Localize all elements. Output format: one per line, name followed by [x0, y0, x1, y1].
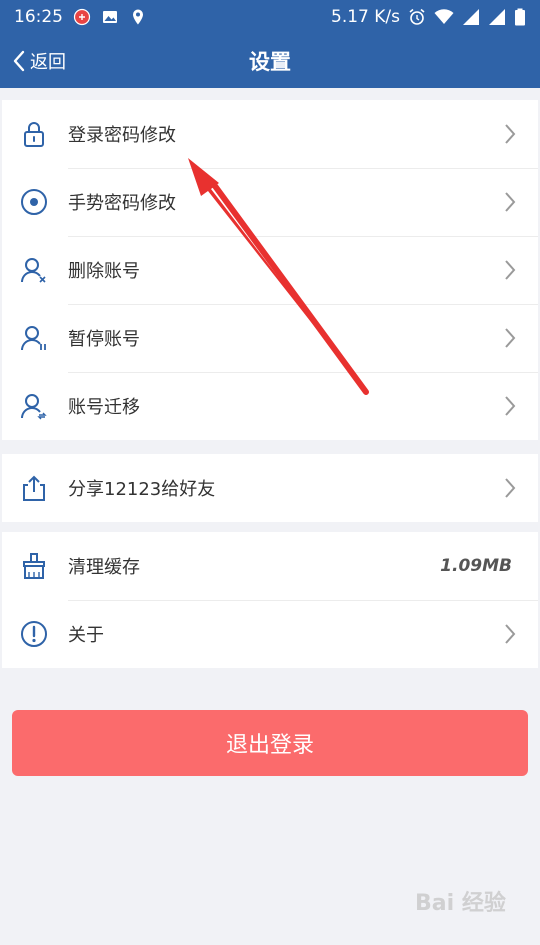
broom-icon: [20, 552, 48, 580]
gesture-circle-icon: [20, 188, 48, 216]
row-share-app[interactable]: 分享12123给好友: [2, 454, 538, 522]
lock-icon: [20, 120, 48, 148]
row-label: 关于: [68, 625, 104, 646]
chevron-left-icon: [13, 50, 25, 72]
status-time: 16:25: [14, 7, 63, 27]
row-clear-cache[interactable]: 清理缓存 1.09MB: [2, 532, 538, 600]
chevron-right-icon: [505, 396, 516, 416]
row-label: 手势密码修改: [68, 193, 176, 214]
chevron-right-icon: [505, 624, 516, 644]
watermark: Bai 经验: [415, 891, 506, 916]
logout-button[interactable]: 退出登录: [12, 710, 528, 776]
row-label: 登录密码修改: [68, 125, 176, 146]
account-settings-group: 登录密码修改 手势密码修改 删除账号 暂停账号 账号迁移: [2, 100, 538, 440]
cache-size: 1.09MB: [440, 556, 512, 576]
signal-icon: [463, 9, 479, 25]
location-icon: [133, 9, 143, 25]
app-notification-icon: [73, 8, 91, 26]
row-label: 删除账号: [68, 261, 140, 282]
row-label: 分享12123给好友: [68, 479, 216, 500]
back-label: 返回: [30, 52, 66, 73]
row-about[interactable]: 关于: [2, 600, 538, 668]
user-migrate-icon: [20, 392, 48, 420]
wifi-icon: [434, 9, 454, 24]
row-migrate-account[interactable]: 账号迁移: [2, 372, 538, 440]
battery-icon: [515, 8, 525, 26]
row-login-password[interactable]: 登录密码修改: [2, 100, 538, 168]
share-group: 分享12123给好友: [2, 454, 538, 522]
back-button[interactable]: 返回: [12, 34, 66, 88]
row-pause-account[interactable]: 暂停账号: [2, 304, 538, 372]
alarm-icon: [409, 8, 425, 25]
row-label: 暂停账号: [68, 329, 140, 350]
chevron-right-icon: [505, 478, 516, 498]
status-bar: 16:25 5.17 K/s: [0, 0, 540, 34]
row-label: 清理缓存: [68, 557, 140, 578]
row-gesture-password[interactable]: 手势密码修改: [2, 168, 538, 236]
info-icon: [20, 620, 48, 648]
network-speed: 5.17 K/s: [331, 7, 400, 27]
misc-group: 清理缓存 1.09MB 关于: [2, 532, 538, 668]
nav-bar: 返回 设置: [0, 34, 540, 88]
user-delete-icon: [20, 256, 48, 284]
chevron-right-icon: [505, 124, 516, 144]
chevron-right-icon: [505, 260, 516, 280]
image-icon: [103, 11, 117, 23]
signal-icon: [489, 9, 505, 25]
chevron-right-icon: [505, 328, 516, 348]
row-delete-account[interactable]: 删除账号: [2, 236, 538, 304]
row-label: 账号迁移: [68, 397, 140, 418]
user-pause-icon: [20, 324, 48, 352]
page-title: 设置: [249, 50, 291, 74]
share-icon: [20, 474, 48, 502]
chevron-right-icon: [505, 192, 516, 212]
